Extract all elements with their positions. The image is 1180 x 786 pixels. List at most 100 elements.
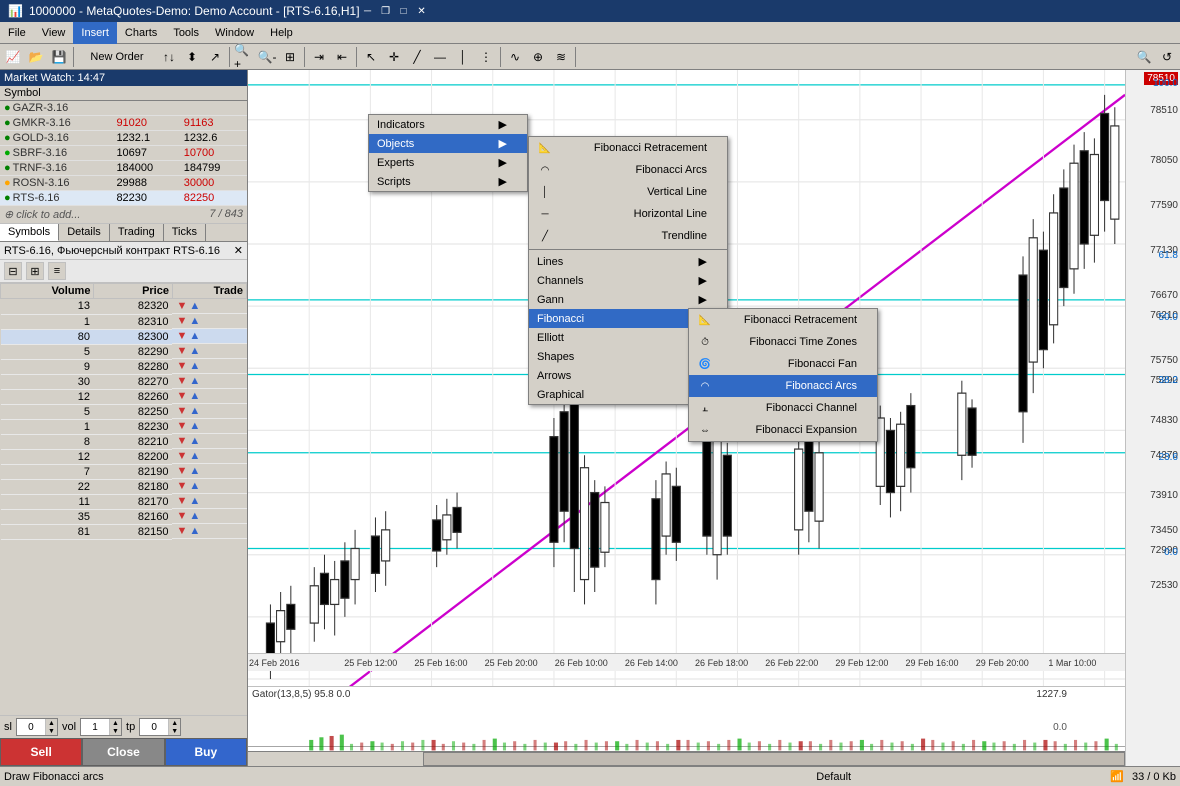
trade-arrows[interactable]: ▼ ▲: [172, 434, 246, 449]
tab-symbols[interactable]: Symbols: [0, 224, 59, 241]
trade-arrows[interactable]: ▼ ▲: [172, 344, 246, 359]
trade-arrows[interactable]: ▼ ▲: [172, 524, 246, 539]
horizontal-scrollbar[interactable]: [248, 751, 1125, 766]
tb-btn2[interactable]: ⬍: [181, 46, 203, 68]
tab-trading[interactable]: Trading: [110, 224, 164, 241]
menu-indicators[interactable]: Indicators ▶: [369, 115, 527, 134]
trade-row[interactable]: 5 82290 ▼ ▲: [1, 344, 247, 359]
menu-view[interactable]: View: [34, 22, 74, 44]
trade-arrows[interactable]: ▼ ▲: [172, 314, 246, 329]
search-button[interactable]: 🔍: [1133, 46, 1155, 68]
trade-arrows[interactable]: ▼ ▲: [172, 299, 246, 314]
vol-input[interactable]: ▲ ▼: [80, 718, 122, 736]
trade-icon3[interactable]: ≡: [48, 262, 66, 280]
fib-channel[interactable]: ⫠ Fibonacci Channel: [689, 397, 877, 419]
obj-lines[interactable]: Lines ▶: [529, 252, 727, 271]
menu-window[interactable]: Window: [207, 22, 262, 44]
open-button[interactable]: 📂: [25, 46, 47, 68]
trade-arrows[interactable]: ▼ ▲: [172, 359, 246, 374]
sl-input[interactable]: ▲ ▼: [16, 718, 58, 736]
tp-value[interactable]: [140, 719, 168, 735]
obj-channels[interactable]: Channels ▶: [529, 271, 727, 290]
sl-up[interactable]: ▲: [45, 719, 57, 727]
obj-trendline[interactable]: ╱ Trendline: [529, 225, 727, 247]
menu-scripts[interactable]: Scripts ▶: [369, 172, 527, 191]
tab-details[interactable]: Details: [59, 224, 110, 241]
zoom-in-button[interactable]: 🔍+: [233, 46, 255, 68]
trade-arrows[interactable]: ▼ ▲: [172, 479, 246, 494]
trade-arrows[interactable]: ▼ ▲: [172, 449, 246, 464]
scroll-left-button[interactable]: ⇤: [331, 46, 353, 68]
obj-hline[interactable]: ─ Horizontal Line: [529, 203, 727, 225]
trade-row[interactable]: 11 82170 ▼ ▲: [1, 494, 247, 509]
trade-arrows[interactable]: ▼ ▲: [172, 374, 246, 389]
vol-down[interactable]: ▼: [109, 727, 121, 735]
restore-button[interactable]: ❐: [378, 3, 394, 19]
save-button[interactable]: 💾: [48, 46, 70, 68]
trade-row[interactable]: 1 82310 ▼ ▲: [1, 314, 247, 329]
hline-button[interactable]: —: [429, 46, 451, 68]
trade-row[interactable]: 8 82210 ▼ ▲: [1, 434, 247, 449]
menu-file[interactable]: File: [0, 22, 34, 44]
symbol-row-trnf[interactable]: ●TRNF-3.16 184000 184799: [0, 161, 247, 176]
trade-arrows[interactable]: ▼ ▲: [172, 464, 246, 479]
menu-tools[interactable]: Tools: [165, 22, 207, 44]
tp-input[interactable]: ▲ ▼: [139, 718, 181, 736]
add-symbol-row[interactable]: ⊕ click to add... 7 / 843: [0, 206, 247, 224]
sl-down[interactable]: ▼: [45, 727, 57, 735]
symbol-row-gmkr[interactable]: ●GMKR-3.16 91020 91163: [0, 116, 247, 131]
maximize-button[interactable]: □: [396, 3, 412, 19]
tb-extra1[interactable]: ⊕: [527, 46, 549, 68]
line-button[interactable]: ╱: [406, 46, 428, 68]
trade-icon1[interactable]: ⊟: [4, 262, 22, 280]
sell-button[interactable]: Sell: [0, 738, 82, 766]
tb-btn1[interactable]: ↑↓: [158, 46, 180, 68]
fib-arcs2[interactable]: ◠ Fibonacci Arcs: [689, 375, 877, 397]
fib-fan[interactable]: 🌀 Fibonacci Fan: [689, 353, 877, 375]
zoom-out-button[interactable]: 🔍-: [256, 46, 278, 68]
trade-row[interactable]: 1 82230 ▼ ▲: [1, 419, 247, 434]
trade-row[interactable]: 9 82280 ▼ ▲: [1, 359, 247, 374]
menu-experts[interactable]: Experts ▶: [369, 153, 527, 172]
vol-up[interactable]: ▲: [109, 719, 121, 727]
trade-row[interactable]: 81 82150 ▼ ▲: [1, 524, 247, 539]
menu-insert[interactable]: Insert: [73, 22, 117, 44]
refresh-button[interactable]: ↺: [1156, 46, 1178, 68]
trade-row[interactable]: 13 82320 ▼ ▲: [1, 299, 247, 315]
tab-ticks[interactable]: Ticks: [164, 224, 206, 241]
menu-objects[interactable]: Objects ▶: [369, 134, 527, 153]
trade-arrows[interactable]: ▼ ▲: [172, 419, 246, 434]
minimize-button[interactable]: ─: [360, 3, 376, 19]
new-chart-button[interactable]: 📈: [2, 46, 24, 68]
obj-fib-retracement[interactable]: 📐 Fibonacci Retracement: [529, 137, 727, 159]
symbol-row-sbrf[interactable]: ●SBRF-3.16 10697 10700: [0, 146, 247, 161]
trade-arrows[interactable]: ▼ ▲: [172, 494, 246, 509]
obj-fib-arcs[interactable]: ◠ Fibonacci Arcs: [529, 159, 727, 181]
tp-up[interactable]: ▲: [168, 719, 180, 727]
trade-row[interactable]: 30 82270 ▼ ▲: [1, 374, 247, 389]
trade-row[interactable]: 22 82180 ▼ ▲: [1, 479, 247, 494]
fib-button[interactable]: ∿: [504, 46, 526, 68]
obj-vline[interactable]: │ Vertical Line: [529, 181, 727, 203]
fib-expansion[interactable]: ⇔ Fibonacci Expansion: [689, 419, 877, 441]
trade-row[interactable]: 12 82260 ▼ ▲: [1, 389, 247, 404]
trade-row[interactable]: 80 82300 ▼ ▲: [1, 329, 247, 344]
trade-row[interactable]: 35 82160 ▼ ▲: [1, 509, 247, 524]
trade-arrows[interactable]: ▼ ▲: [172, 509, 246, 524]
tb-btn3[interactable]: ↗: [204, 46, 226, 68]
trade-arrows[interactable]: ▼ ▲: [172, 329, 246, 344]
symbol-row-rosn[interactable]: ●ROSN-3.16 29988 30000: [0, 176, 247, 191]
trade-row[interactable]: 7 82190 ▼ ▲: [1, 464, 247, 479]
menu-charts[interactable]: Charts: [117, 22, 165, 44]
close-button[interactable]: ✕: [414, 3, 430, 19]
menu-help[interactable]: Help: [262, 22, 301, 44]
period-sep-button[interactable]: ⋮: [475, 46, 497, 68]
cursor-button[interactable]: ↖: [360, 46, 382, 68]
trade-row[interactable]: 12 82200 ▼ ▲: [1, 449, 247, 464]
trade-arrows[interactable]: ▼ ▲: [172, 389, 246, 404]
symbol-row-gazr[interactable]: ●GAZR-3.16: [0, 101, 247, 116]
crosshair-button[interactable]: ✛: [383, 46, 405, 68]
fib-retracement2[interactable]: 📐 Fibonacci Retracement: [689, 309, 877, 331]
fib-timezones[interactable]: ⏱ Fibonacci Time Zones: [689, 331, 877, 353]
tp-down[interactable]: ▼: [168, 727, 180, 735]
